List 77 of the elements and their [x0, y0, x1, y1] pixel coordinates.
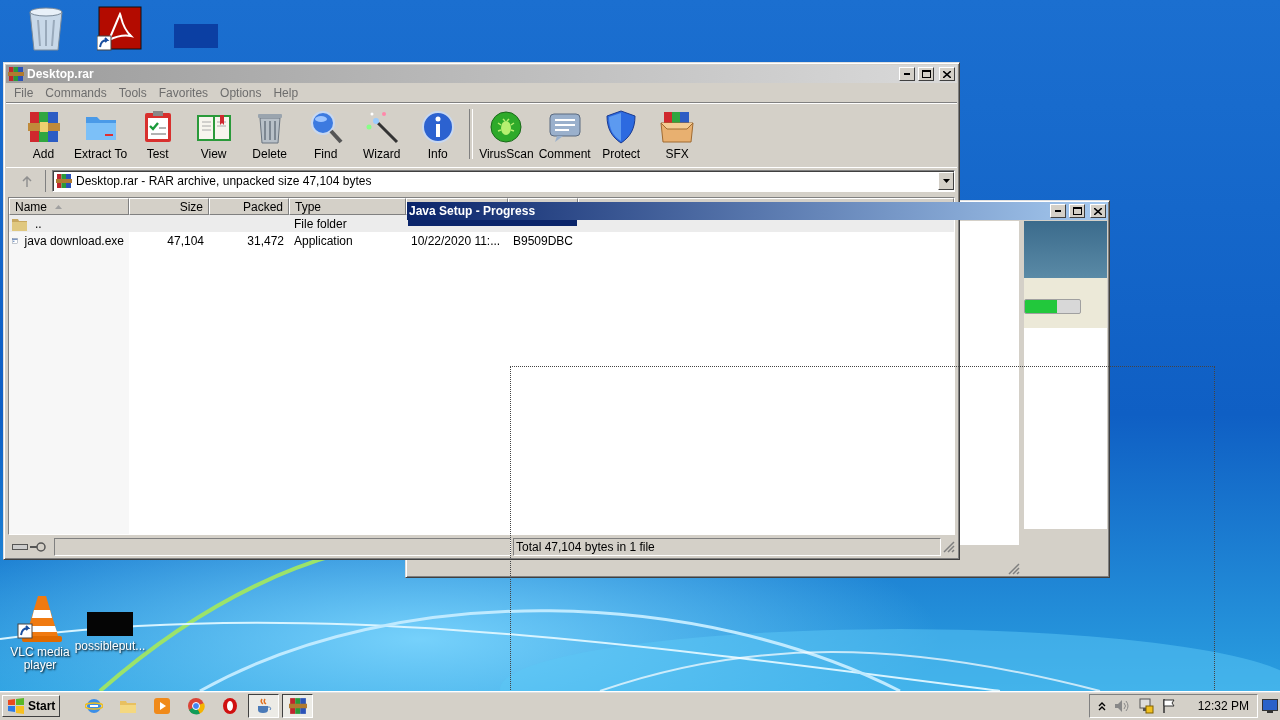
status-text: Total 47,104 bytes in 1 file — [516, 540, 655, 554]
books-icon — [288, 697, 307, 715]
minimize-button[interactable] — [899, 67, 915, 81]
folder-icon — [12, 216, 28, 231]
clock[interactable]: 12:32 PM — [1197, 699, 1249, 713]
table-cell-text: 10/22/2020 11:... — [410, 233, 502, 248]
address-field[interactable]: Desktop.rar - RAR archive, unpacked size 47,104 bytes — [52, 170, 955, 192]
maximize-icon — [921, 70, 931, 78]
toolbar-button[interactable]: View — [186, 107, 242, 163]
resize-grip-icon[interactable] — [943, 541, 955, 553]
column-header[interactable]: Size — [129, 198, 209, 215]
menu-item[interactable]: Options — [214, 85, 268, 100]
recycle-bin-icon[interactable] — [26, 4, 66, 52]
column-header[interactable]: Type — [289, 198, 406, 215]
chrome-icon — [186, 697, 205, 715]
key-icon[interactable] — [30, 542, 46, 552]
books-icon — [8, 66, 24, 82]
pdf-shortcut-icon[interactable] — [97, 6, 143, 52]
toolbar-button[interactable]: Wizard — [354, 107, 410, 163]
flag-icon[interactable] — [1161, 698, 1176, 714]
toolbar-button[interactable]: VirusScan — [477, 107, 536, 163]
toolbar-button[interactable]: Comment — [536, 107, 593, 163]
column-header[interactable]: Name — [9, 198, 129, 215]
minimize-icon — [904, 73, 910, 75]
books-icon — [56, 173, 72, 189]
minimize-icon — [1055, 210, 1061, 212]
window-title: Java Setup - Progress — [409, 204, 537, 218]
start-button[interactable]: Start — [2, 695, 61, 717]
close-icon — [943, 70, 951, 78]
close-button[interactable] — [1090, 204, 1106, 218]
file-name: java download.exe — [23, 233, 125, 248]
taskbar-button[interactable] — [282, 694, 314, 718]
window-title: Desktop.rar — [27, 67, 95, 81]
dropdown-button[interactable] — [938, 172, 954, 190]
chevron-up-icon[interactable] — [1097, 701, 1106, 711]
windows-flag-icon — [7, 698, 25, 714]
menu-item[interactable]: Commands — [39, 85, 113, 100]
box-icon — [659, 109, 696, 145]
up-arrow-icon — [21, 175, 32, 187]
column-header[interactable]: Packed — [209, 198, 289, 215]
table-cell-text: File folder — [293, 216, 348, 231]
table-cell-text: B9509DBC — [512, 233, 575, 248]
file-name: .. — [34, 216, 43, 231]
close-icon — [1094, 207, 1102, 215]
table-cell-text: 47,104 — [166, 233, 205, 248]
caret-icon — [942, 179, 950, 183]
toolbar-button[interactable]: Test — [130, 107, 186, 163]
maximize-button[interactable] — [1069, 204, 1085, 218]
network-icon[interactable] — [1137, 698, 1154, 714]
table-cell-text: Application — [293, 233, 354, 248]
taskbar-button[interactable] — [248, 694, 280, 718]
globe-icon — [84, 697, 103, 715]
close-button[interactable] — [939, 67, 955, 81]
toolbar-button[interactable]: Add — [16, 107, 71, 163]
toolbar-button[interactable]: Find — [298, 107, 354, 163]
show-desktop-icon[interactable] — [1262, 699, 1278, 713]
bug-icon — [488, 109, 525, 145]
resize-grip-icon[interactable] — [1008, 563, 1020, 575]
drive-icon[interactable] — [12, 543, 28, 551]
file-thumbnail-icon[interactable] — [87, 612, 133, 638]
table-cell-text: 31,472 — [246, 233, 285, 248]
minimize-button[interactable] — [1050, 204, 1066, 218]
books-icon — [25, 109, 62, 145]
file-row[interactable]: java download.exe 47,104 31,472 Application 10/22/2020 11:... B9509DBC — [9, 232, 954, 249]
menu-item[interactable]: Tools — [112, 85, 153, 100]
address-text: Desktop.rar - RAR archive, unpacked size 47,104 bytes — [76, 174, 373, 188]
traffic-cone-icon[interactable] — [16, 594, 64, 644]
toolbar-button[interactable]: Info — [410, 107, 466, 163]
toolbar-button[interactable]: Protect — [593, 107, 649, 163]
maximize-icon — [1072, 207, 1082, 215]
info-icon — [419, 109, 456, 145]
toolbar-button[interactable]: Delete — [242, 107, 298, 163]
ring-icon — [220, 697, 239, 715]
play-icon — [152, 697, 171, 715]
toolbar-button[interactable]: Extract To — [72, 107, 130, 163]
maximize-button[interactable] — [918, 67, 934, 81]
toolbar-button[interactable]: SFX — [649, 107, 705, 163]
